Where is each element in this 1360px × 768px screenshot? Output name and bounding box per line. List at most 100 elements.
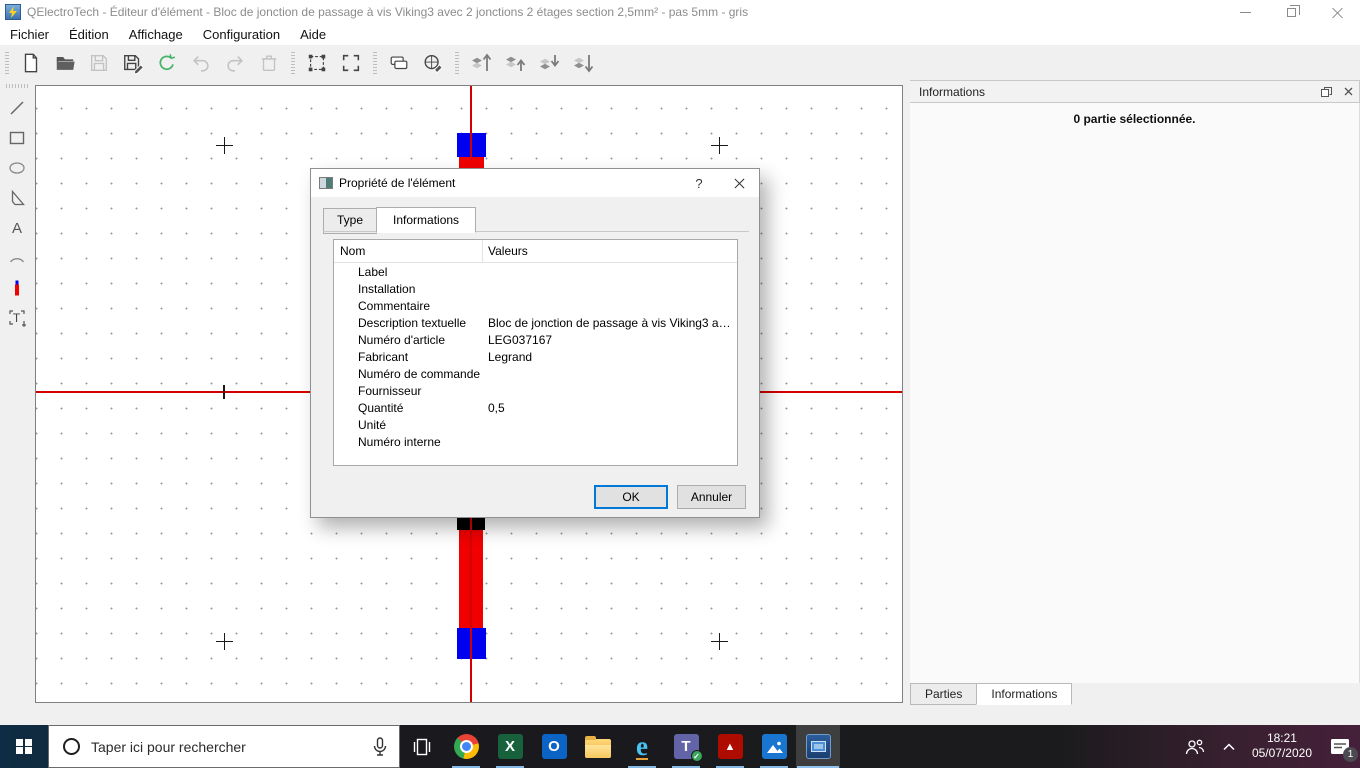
dialog-help-button[interactable]: ? (679, 169, 719, 197)
row-name: Numéro de commande (358, 366, 481, 381)
redo-icon[interactable] (220, 49, 250, 77)
taskbar-app-qelectrotech[interactable] (796, 725, 840, 768)
cancel-button[interactable]: Annuler (677, 485, 746, 509)
task-view-button[interactable] (400, 725, 444, 768)
ellipse-tool-icon[interactable] (3, 154, 31, 182)
close-icon[interactable] (1314, 0, 1360, 24)
taskbar-search-input[interactable]: Taper ici pour rechercher (48, 725, 400, 768)
menu-aide[interactable]: Aide (290, 24, 336, 46)
delete-icon[interactable] (254, 49, 284, 77)
save-icon[interactable] (84, 49, 114, 77)
row-value: Bloc de jonction de passage à vis Viking… (488, 315, 733, 330)
row-name: Commentaire (358, 298, 431, 313)
clock-date: 05/07/2020 (1251, 746, 1312, 760)
teams-status-badge: ✓ (690, 750, 703, 762)
ok-button[interactable]: OK (594, 485, 668, 509)
tab-parties[interactable]: Parties (910, 683, 978, 705)
terminal-tool-icon[interactable] (3, 274, 31, 302)
row-value: 0,5 (488, 400, 505, 415)
toolbar-grip[interactable] (455, 52, 459, 74)
menu-edition[interactable]: Édition (59, 24, 119, 46)
dialog-close-icon[interactable] (719, 169, 759, 197)
action-center-icon[interactable]: 1 (1320, 725, 1360, 768)
row-name: Installation (358, 281, 416, 296)
menu-affichage[interactable]: Affichage (119, 24, 193, 46)
new-element-icon[interactable] (16, 49, 46, 77)
element-red-block-top[interactable] (459, 157, 484, 168)
table-row[interactable]: Fabricant Legrand (334, 348, 737, 365)
restore-icon[interactable] (1268, 0, 1314, 24)
bring-forward-icon[interactable] (466, 49, 496, 77)
taskbar-app-chrome[interactable] (444, 725, 488, 768)
tab-informations-dialog[interactable]: Informations (376, 207, 477, 233)
menu-fichier[interactable]: Fichier (0, 24, 59, 46)
column-header-nom[interactable]: Nom (334, 239, 483, 263)
save-as-icon[interactable] (118, 49, 148, 77)
row-name: Label (358, 264, 388, 279)
table-row[interactable]: Commentaire (334, 297, 737, 314)
table-row[interactable]: Numéro interne (334, 433, 737, 450)
taskbar-app-photos[interactable] (752, 725, 796, 768)
adjust-area-icon[interactable] (336, 49, 366, 77)
line-tool-icon[interactable] (3, 94, 31, 122)
element-axis-top (470, 86, 472, 157)
start-button[interactable] (0, 725, 48, 768)
people-icon[interactable] (1176, 725, 1214, 768)
send-backward-icon[interactable] (568, 49, 598, 77)
palette-grip[interactable] (6, 84, 28, 88)
dock-float-icon[interactable] (1315, 82, 1337, 102)
toolbar-grip[interactable] (373, 52, 377, 74)
arc-tool-icon[interactable] (3, 244, 31, 272)
clock-time: 18:21 (1266, 731, 1297, 745)
table-row[interactable]: Numéro de commande (334, 365, 737, 382)
polygon-tool-icon[interactable] (3, 184, 31, 212)
undo-icon[interactable] (186, 49, 216, 77)
reload-icon[interactable] (152, 49, 182, 77)
tab-informations[interactable]: Informations (976, 683, 1073, 705)
dock-title: Informations (919, 84, 986, 99)
dynamic-textfield-tool-icon[interactable]: T (3, 304, 31, 332)
grid-cross (216, 633, 233, 650)
table-row[interactable]: Fournisseur (334, 382, 737, 399)
text-tool-icon[interactable]: A (3, 214, 31, 242)
taskbar-clock[interactable]: 18:21 05/07/2020 (1244, 725, 1320, 768)
taskbar-app-excel[interactable]: X (488, 725, 532, 768)
dock-tab-bar: Parties Informations (910, 683, 1073, 705)
toolbar-grip[interactable] (5, 52, 9, 74)
taskbar-app-acrobat[interactable]: ▲ (708, 725, 752, 768)
lower-icon[interactable] (534, 49, 564, 77)
selection-status-text: 0 partie sélectionnée. (1073, 112, 1196, 126)
window-title: QElectroTech - Éditeur d'élément - Bloc … (27, 5, 749, 19)
dock-close-icon[interactable] (1337, 82, 1359, 102)
taskbar-app-internet-explorer[interactable]: e (620, 725, 664, 768)
table-row[interactable]: Description textuelle Bloc de jonction de… (334, 314, 737, 331)
taskbar-app-teams[interactable]: T ✓ (664, 725, 708, 768)
properties-table[interactable]: Nom Valeurs Label Installation Commentai… (333, 239, 738, 466)
erase-drawing-icon[interactable] (418, 49, 448, 77)
rectangle-tool-icon[interactable] (3, 124, 31, 152)
grid-cross (711, 633, 728, 650)
raise-icon[interactable] (500, 49, 530, 77)
microphone-icon[interactable] (373, 736, 387, 757)
minimize-icon[interactable] (1222, 0, 1268, 24)
taskbar-app-file-explorer[interactable] (576, 725, 620, 768)
table-row[interactable]: Unité (334, 416, 737, 433)
toolbar-grip[interactable] (291, 52, 295, 74)
open-element-icon[interactable] (50, 49, 80, 77)
table-row[interactable]: Label (334, 263, 737, 280)
table-row[interactable]: Installation (334, 280, 737, 297)
edit-drawing-area-icon[interactable] (302, 49, 332, 77)
edit-names-icon[interactable] (384, 49, 414, 77)
axis-tick (223, 385, 225, 399)
system-tray: 18:21 05/07/2020 1 (1176, 725, 1360, 768)
taskbar-app-outlook[interactable]: O (532, 725, 576, 768)
table-row[interactable]: Quantité 0,5 (334, 399, 737, 416)
qelectrotech-taskbar-icon (805, 734, 831, 759)
show-hidden-icons-chevron[interactable] (1214, 725, 1244, 768)
table-row[interactable]: Numéro d'article LEG037167 (334, 331, 737, 348)
informations-dock: Informations 0 partie sélectionnée. Part… (910, 80, 1360, 725)
column-header-valeurs[interactable]: Valeurs (483, 244, 528, 258)
menu-configuration[interactable]: Configuration (193, 24, 290, 46)
parts-toolbar: A T (0, 80, 34, 725)
dialog-titlebar[interactable]: Propriété de l'élément ? (311, 169, 759, 197)
